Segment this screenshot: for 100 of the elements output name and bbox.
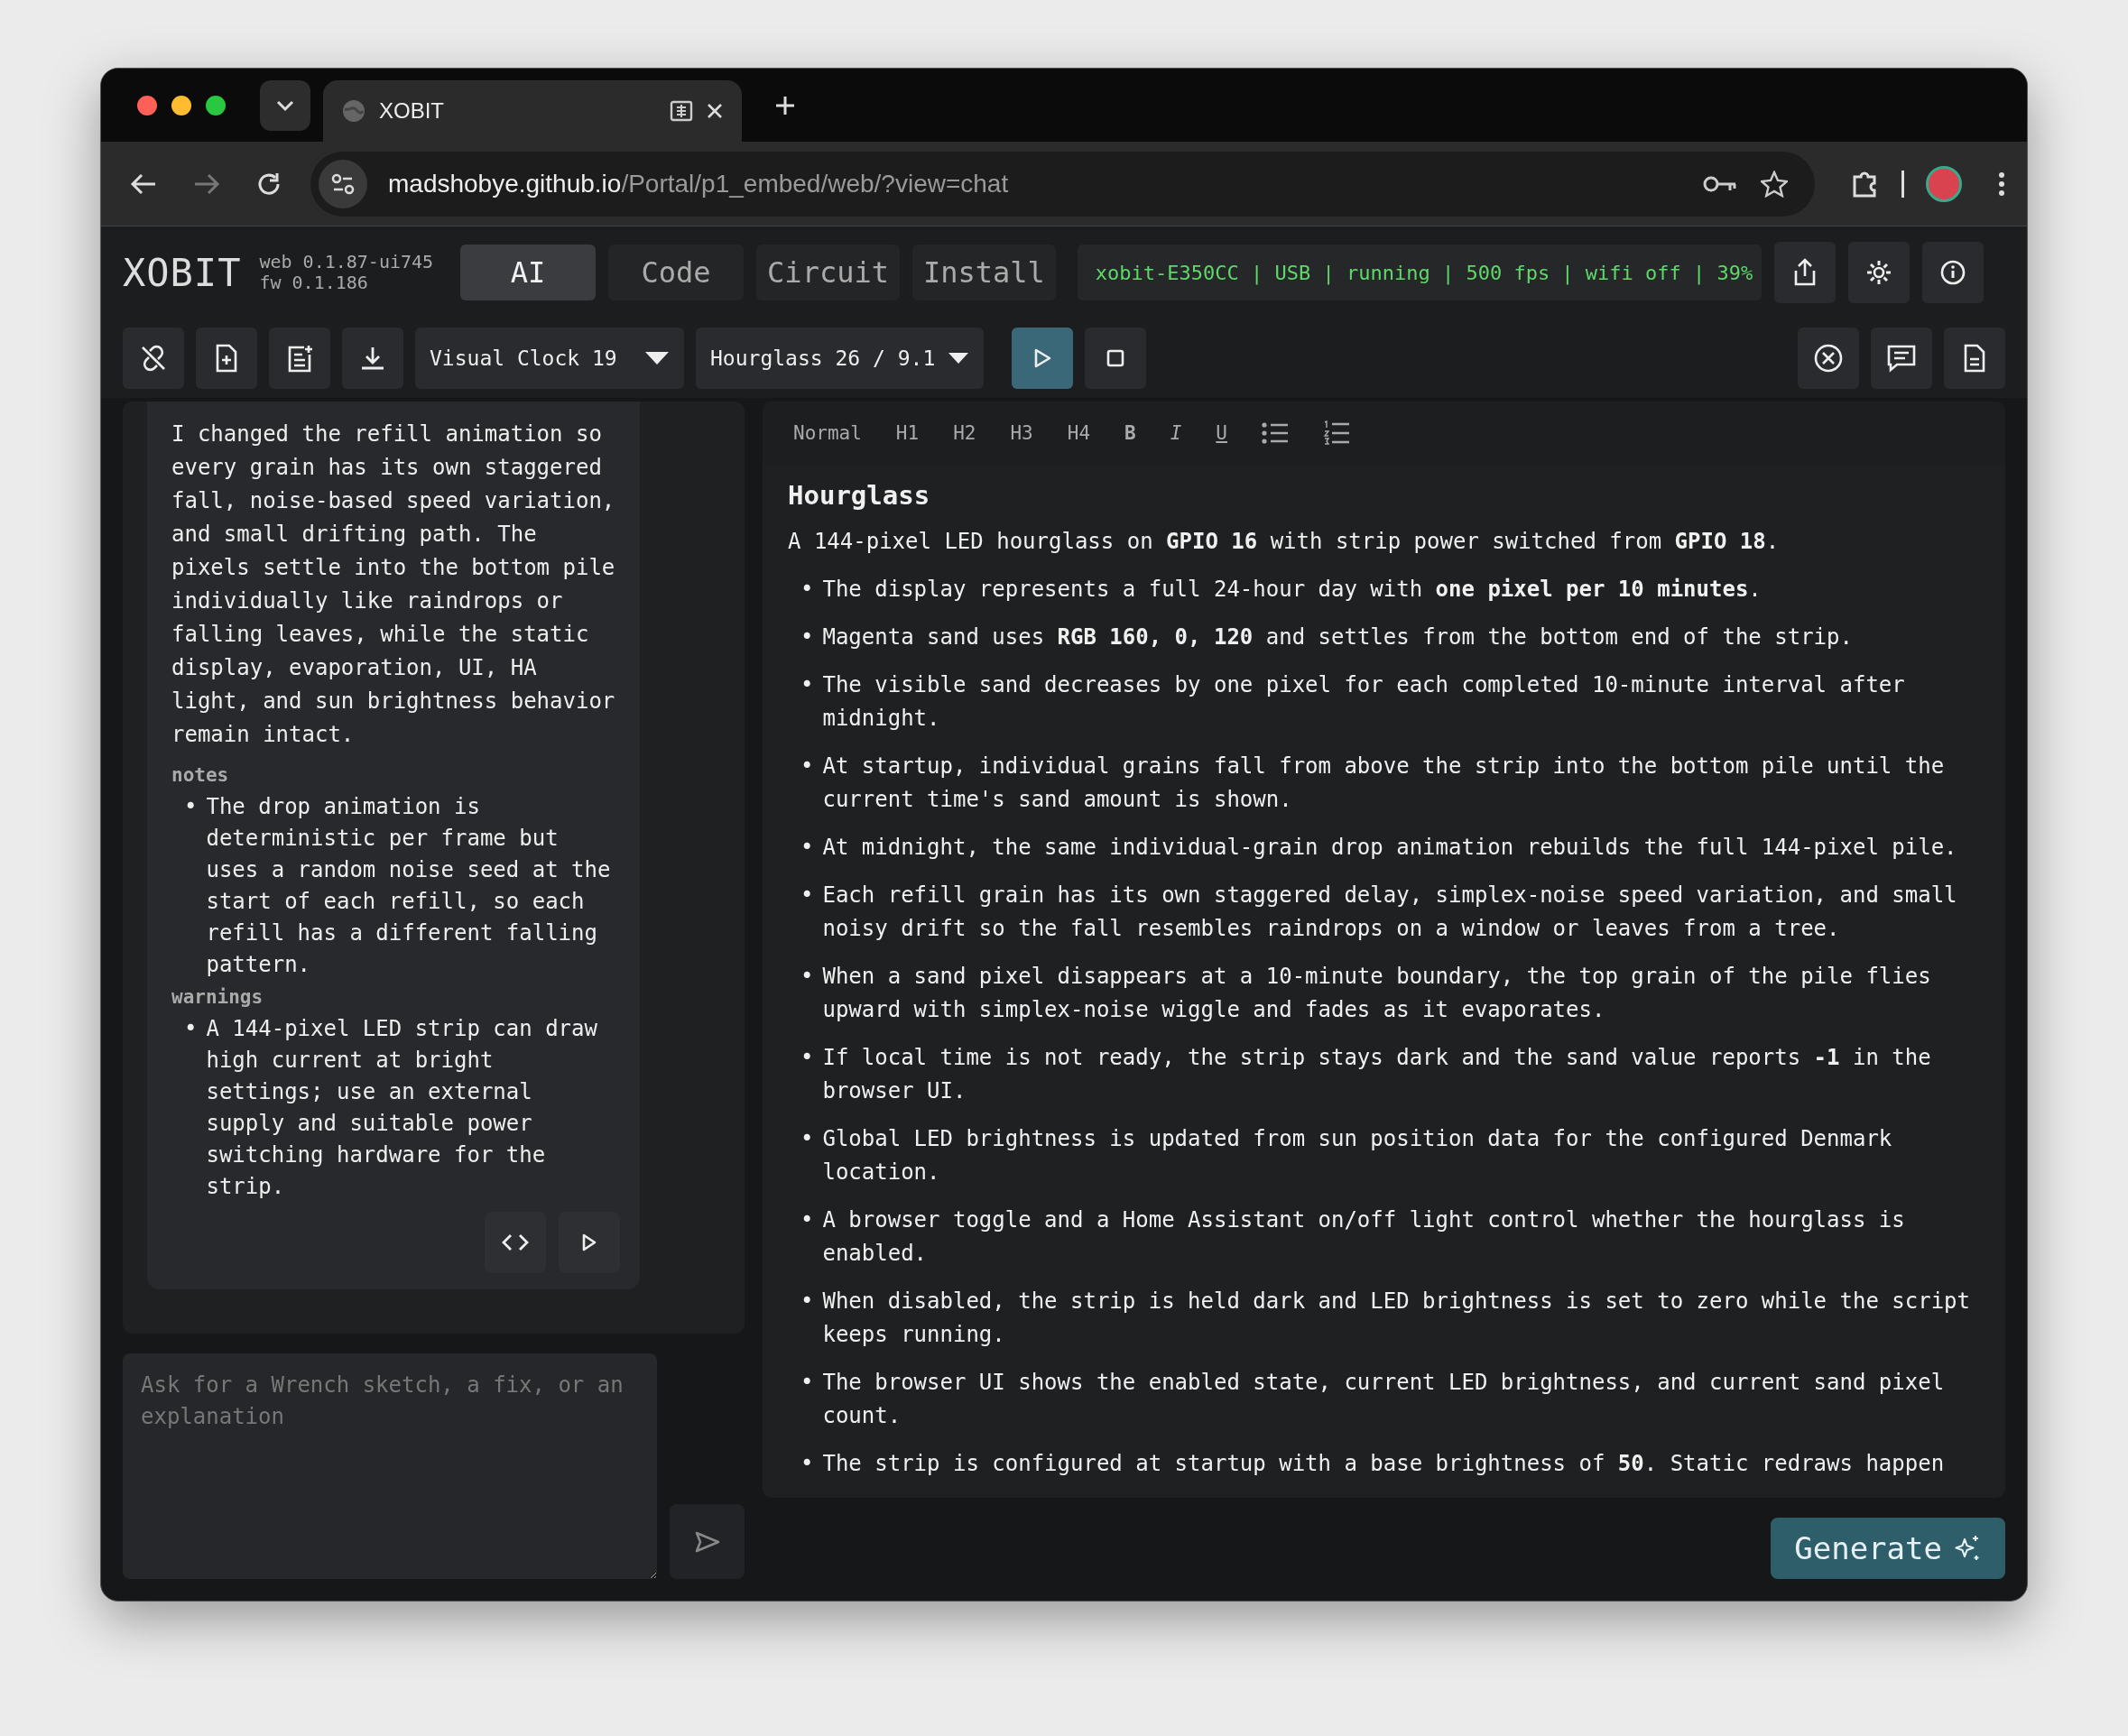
- caret-icon: [644, 351, 670, 365]
- web-version: web 0.1.87-ui745: [259, 252, 434, 272]
- section-heading: warnings: [171, 985, 264, 1010]
- download-button[interactable]: [342, 328, 403, 389]
- tab-list-button[interactable]: [260, 79, 310, 131]
- more-vertical-icon[interactable]: [1998, 171, 2005, 197]
- maximize-window-button[interactable]: [206, 95, 226, 115]
- underline-button[interactable]: U: [1203, 417, 1240, 449]
- bullet-marker: •: [800, 1044, 814, 1072]
- chat-button[interactable]: [1871, 328, 1932, 389]
- chevron-down-icon: [275, 98, 295, 112]
- bullet-marker: •: [800, 671, 814, 699]
- chat-bubble-icon: [1886, 344, 1917, 373]
- bullet-marker: •: [800, 1206, 814, 1234]
- sparkle-icon: [1953, 1534, 1982, 1563]
- send-icon: [693, 1529, 721, 1554]
- document-button[interactable]: [1944, 328, 2005, 389]
- bullet-marker: •: [800, 1288, 814, 1316]
- bullet-marker: •: [800, 963, 814, 991]
- stop-button[interactable]: [1085, 328, 1146, 389]
- download-icon: [359, 345, 386, 372]
- numbered-list-icon: [1323, 420, 1350, 446]
- list-item: A browser toggle and a Home Assistant on/off light control whether the hourglass is enabled.: [822, 1206, 1906, 1268]
- address-bar[interactable]: madshobye.github.io/Portal/p1_embed/web/?view=chat: [310, 151, 1815, 217]
- plus-icon[interactable]: [774, 94, 796, 116]
- format-button[interactable]: H1: [883, 417, 932, 449]
- bullet-marker: •: [800, 623, 814, 651]
- document-paragraph: A 144-pixel LED hourglass on GPIO 16 with strip power switched from GPIO 18.: [788, 528, 1781, 556]
- new-note-button[interactable]: [269, 328, 330, 389]
- list-item: The strip is configured at startup with a base brightness of 50. Static redraws happen: [822, 1450, 1946, 1478]
- info-icon: [1939, 259, 1967, 286]
- send-button[interactable]: [670, 1504, 745, 1579]
- info-button[interactable]: [1922, 242, 1985, 303]
- app-logo: XOBIT: [123, 250, 242, 295]
- list-item: The visible sand decreases by one pixel for each completed 10-minute interval after midnight.: [822, 671, 1906, 733]
- close-circle-button[interactable]: [1798, 328, 1859, 389]
- list-item: A 144-pixel LED strip can draw high current at bright settings; use an external supply and suitable power switching hardware for the strip.: [206, 1015, 598, 1201]
- firmware-version: fw 0.1.186: [259, 272, 369, 293]
- bullet-list-icon: [1262, 421, 1289, 445]
- run-button[interactable]: [1012, 328, 1073, 389]
- star-icon: [1761, 170, 1788, 198]
- close-icon: [1813, 343, 1844, 374]
- list-item: When a sand pixel disappears at a 10-minute boundary, the top grain of the pile flies upward with simplex-noise wiggle and fades as it evaporates.: [822, 963, 1932, 1024]
- close-window-button[interactable]: [137, 95, 157, 115]
- file-plus-icon: [214, 344, 239, 373]
- bullet-marker: •: [184, 1015, 198, 1043]
- list-item: Magenta sand uses RGB 160, 0, 120 and settles from the bottom end of the strip.: [822, 623, 1854, 651]
- bullet-marker: •: [800, 1125, 814, 1153]
- mode-tab[interactable]: Code: [608, 245, 745, 300]
- tab-grid-icon: [670, 100, 693, 122]
- list-item: At startup, individual grains fall from above the strip into the bottom pile until the current time's sand amount is shown.: [822, 753, 1946, 814]
- bullet-marker: •: [800, 1450, 814, 1478]
- list-item: If local time is not ready, the strip stays dark and the sand value reports -1 in the browser UI.: [822, 1044, 1932, 1105]
- globe-icon: [341, 98, 366, 124]
- format-button[interactable]: H3: [997, 417, 1046, 449]
- generate-button[interactable]: Generate: [1771, 1518, 2005, 1579]
- play-icon: [1032, 347, 1052, 369]
- bullet-marker: •: [800, 882, 814, 910]
- unlink-button[interactable]: [123, 328, 184, 389]
- profile-avatar[interactable]: [1926, 165, 1962, 202]
- bullet-marker: •: [800, 753, 814, 780]
- italic-button[interactable]: I: [1157, 417, 1195, 449]
- list-item: The browser UI shows the enabled state, current LED brightness, and current sand pixel count.: [822, 1369, 1946, 1430]
- list-item: Global LED brightness is updated from sun position data for the configured Denmark location.: [822, 1125, 1893, 1187]
- assistant-message: I changed the refill animation so every grain has its own staggered fall, noise-based speed variation, and small drifting path. The pixels settle into the bottom pile individually like raindrops or falling leaves, while the static display, evaporation, UI, HA light, and sun brightness behavior remain intact.: [171, 420, 616, 749]
- back-arrow-icon[interactable]: [130, 171, 157, 196]
- list-item: Each refill grain has its own staggered delay, simplex-noise speed variation, and small noisy drift so the fall resembles raindrops on a window or leaves from a tree.: [822, 882, 1958, 943]
- run-button[interactable]: [559, 1212, 620, 1273]
- file-select[interactable]: Hourglass 26 / 9.1: [696, 328, 984, 389]
- minimize-window-button[interactable]: [171, 95, 191, 115]
- prompt-input[interactable]: Ask for a Wrench sketch, a fix, or an explanation: [123, 1353, 657, 1579]
- section-heading: notes: [171, 763, 230, 788]
- document-title: Hourglass: [788, 479, 931, 512]
- mode-tab[interactable]: AI: [460, 245, 597, 300]
- list-item: When disabled, the strip is held dark and LED brightness is set to zero while the script keeps running.: [822, 1288, 1971, 1349]
- list-item: At midnight, the same individual-grain drop animation rebuilds the full 144-pixel pile.: [822, 834, 1958, 862]
- sketch-select[interactable]: Visual Clock 19: [415, 328, 684, 389]
- bullet-marker: •: [184, 793, 198, 821]
- new-file-button[interactable]: [196, 328, 257, 389]
- view-code-button[interactable]: [485, 1212, 546, 1273]
- settings-button[interactable]: [1848, 242, 1911, 303]
- mode-tab[interactable]: Install: [911, 245, 1056, 300]
- format-button[interactable]: H2: [940, 417, 989, 449]
- browser-tab[interactable]: XOBIT: [323, 80, 742, 142]
- caret-icon: [948, 352, 969, 365]
- settings-icon: [1865, 259, 1893, 286]
- bullet-marker: •: [800, 1369, 814, 1397]
- stop-icon: [1106, 348, 1125, 368]
- bullet-marker: •: [800, 576, 814, 604]
- device-status: xobit-E350CC | USB | running | 500 fps | wifi off | 39%: [1077, 245, 1763, 300]
- reload-icon[interactable]: [256, 171, 282, 197]
- format-button[interactable]: H4: [1054, 417, 1104, 449]
- mode-tab[interactable]: Circuit: [756, 245, 900, 300]
- share-button[interactable]: [1774, 242, 1837, 303]
- forward-arrow-icon[interactable]: [193, 171, 220, 196]
- url-text: madshobye.github.io/Portal/p1_embed/web/?view=chat: [388, 169, 1009, 199]
- bold-button[interactable]: B: [1112, 417, 1149, 449]
- format-button[interactable]: Normal: [781, 417, 874, 449]
- tab-title: XOBIT: [379, 98, 444, 124]
- bullet-marker: •: [800, 834, 814, 862]
